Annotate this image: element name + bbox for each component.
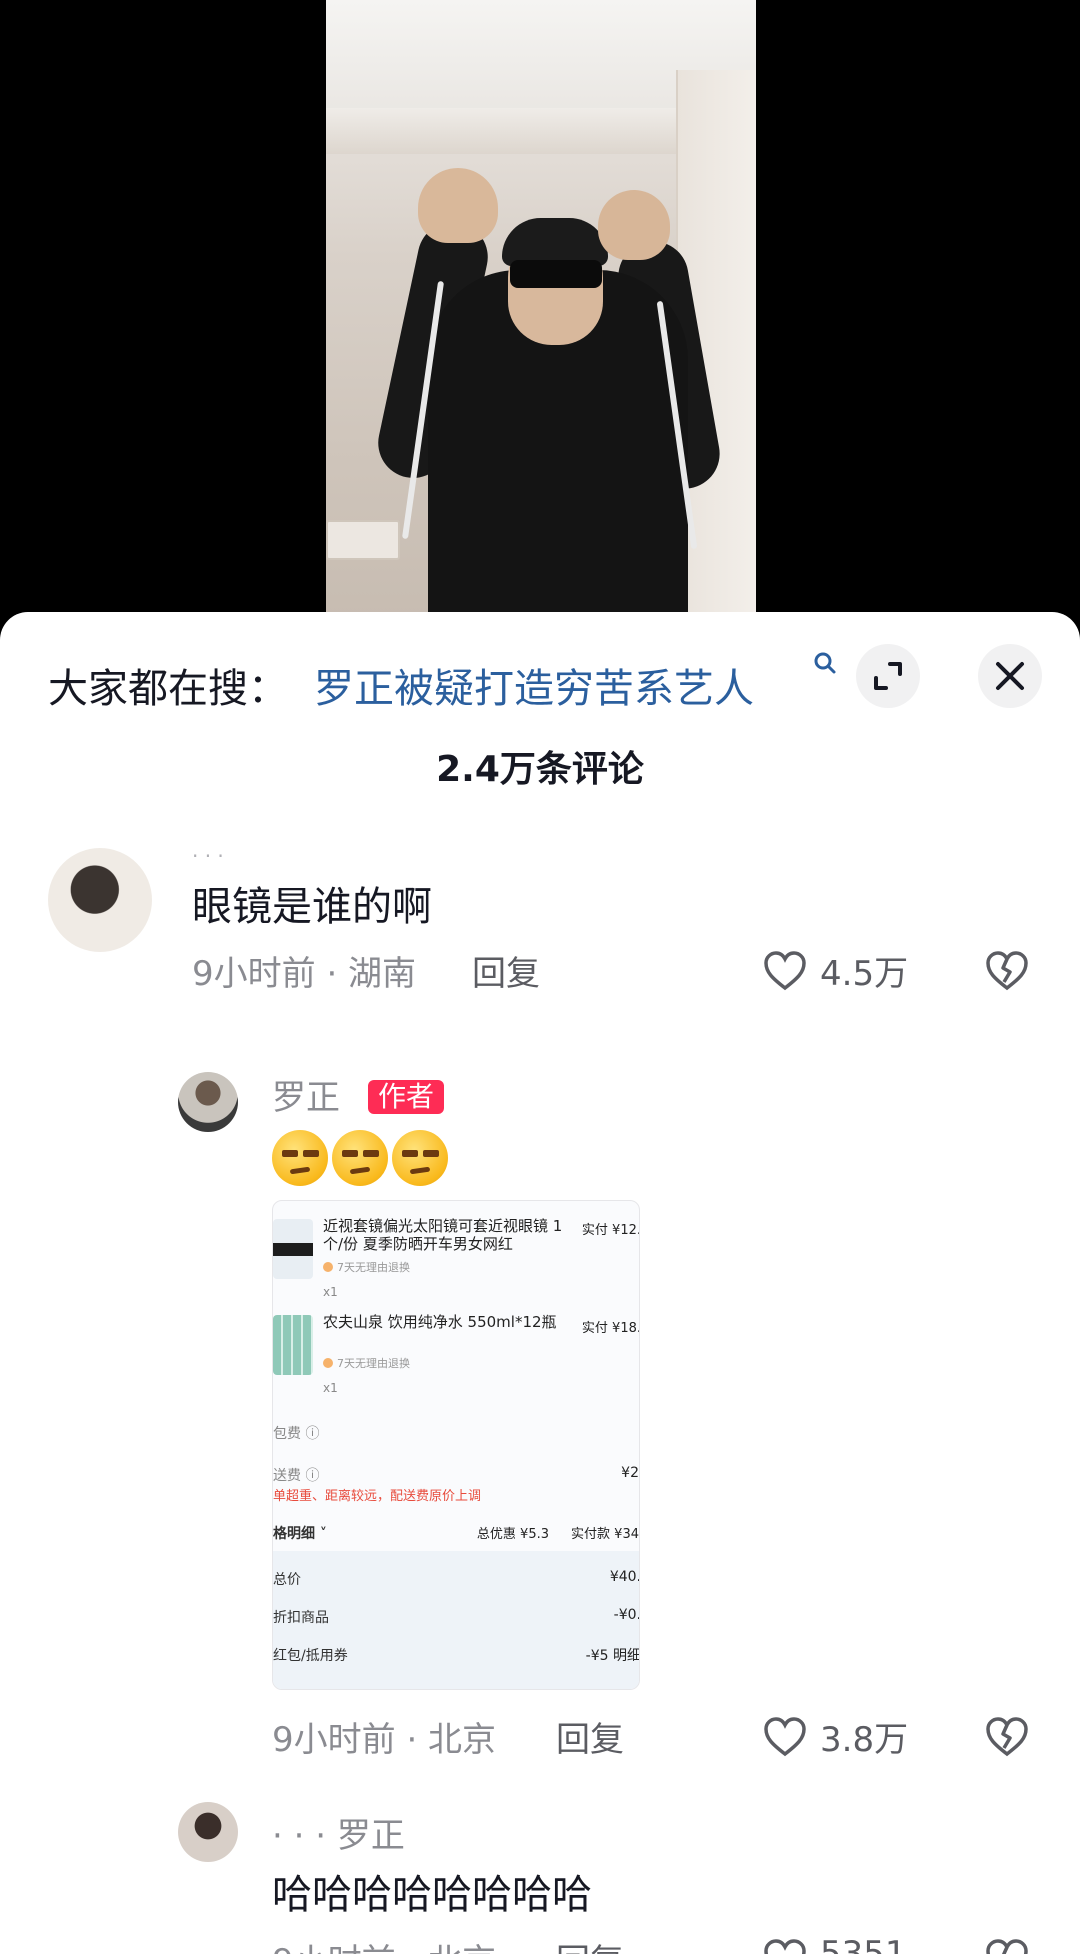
comment-count-title: 2.4万条评论 xyxy=(436,749,644,790)
order-item-paid: 实付 ¥12. xyxy=(581,1223,640,1238)
comment-meta: 9小时前 · 湖南 xyxy=(192,954,417,994)
comment-text: 眼镜是谁的啊 xyxy=(192,884,432,930)
close-icon xyxy=(996,662,1024,690)
order-item-tag: 7天无理由退换 xyxy=(323,1355,410,1371)
order-item-title: 农夫山泉 饮用纯净水 550ml*12瓶 xyxy=(323,1313,557,1331)
video-ceiling-edge xyxy=(326,108,686,154)
order-line-pack: 包费 ⓘ xyxy=(273,1426,320,1442)
order-line-discount-item: 折扣商品 xyxy=(273,1610,329,1626)
comment-meta: 9小时前 · 北京 xyxy=(272,1934,496,1954)
search-icon[interactable] xyxy=(812,650,838,680)
dislike-broken-heart-icon[interactable] xyxy=(984,950,1030,992)
reply-button[interactable]: 回复 xyxy=(556,1934,624,1954)
order-total-discount: 总优惠 ¥5.3 xyxy=(476,1527,549,1542)
like-heart-icon[interactable] xyxy=(762,950,808,992)
reply-button[interactable]: 回复 xyxy=(556,1712,624,1761)
order-item-qty: x1 xyxy=(323,1381,338,1395)
close-button[interactable] xyxy=(978,644,1042,708)
comment-username[interactable]: 罗正 xyxy=(272,1070,340,1119)
order-line-delivery-value: ¥2 xyxy=(621,1465,639,1481)
avatar[interactable] xyxy=(48,848,152,952)
comment-image-order-screenshot[interactable]: 近视套镜偏光太阳镜可套近视眼镜 1个/份 夏季防晒开车男女网红 实付 ¥12. … xyxy=(272,1200,640,1690)
video-person xyxy=(371,160,726,640)
order-line-total: 总价 xyxy=(273,1572,301,1588)
order-line-coupon-value: -¥5 明细 xyxy=(585,1648,640,1664)
comment-item-reply: · · · 罗正 哈哈哈哈哈哈哈哈 9小时前 · 北京 回复 5351 xyxy=(0,612,1080,1954)
dislike-broken-heart-icon[interactable] xyxy=(984,1716,1030,1758)
order-item-tag: 7天无理由退换 xyxy=(323,1259,410,1275)
order-item-title: 近视套镜偏光太阳镜可套近视眼镜 1个/份 夏季防晒开车男女网红 xyxy=(323,1217,563,1253)
order-detail-label: 格明细 ˅ xyxy=(273,1526,327,1542)
like-count: 3.8万 xyxy=(820,1720,909,1760)
comment-meta: 9小时前 · 北京 xyxy=(272,1720,497,1760)
video-player[interactable] xyxy=(326,0,756,640)
dislike-broken-heart-icon[interactable] xyxy=(984,1938,1030,1954)
order-line-coupon: 红包/抵用券 xyxy=(273,1648,348,1664)
comment-panel: 大家都在搜： 罗正被疑打造穷苦系艺人 2.4万条评论 · · · 眼镜是谁的啊 … xyxy=(0,612,1080,1954)
order-breakdown-section: 总价 ¥40. 折扣商品 -¥0. 红包/抵用券 -¥5 明细 xyxy=(273,1551,640,1689)
avatar[interactable] xyxy=(178,1072,238,1132)
search-prefix-label: 大家都在搜： xyxy=(48,666,288,712)
order-item-qty: x1 xyxy=(323,1285,338,1299)
like-count: 5351 xyxy=(820,1934,907,1954)
order-line-total-value: ¥40. xyxy=(609,1569,640,1585)
order-line-discount-item-value: -¥0. xyxy=(613,1607,640,1623)
comment-text: 哈哈哈哈哈哈哈哈 xyxy=(272,1872,592,1918)
sunglasses-thumbnail xyxy=(273,1219,313,1279)
reply-button[interactable]: 回复 xyxy=(472,946,540,995)
comment-username[interactable]: · · · 罗正 xyxy=(272,1808,405,1857)
comment-username[interactable]: · · · xyxy=(192,844,224,868)
like-count: 4.5万 xyxy=(820,954,909,994)
like-heart-icon[interactable] xyxy=(762,1938,808,1954)
water-bottles-thumbnail xyxy=(273,1315,313,1375)
video-wall-socket xyxy=(326,520,400,560)
rolling-eyes-emoji xyxy=(272,1130,328,1186)
expand-icon xyxy=(874,662,902,690)
author-badge: 作者 xyxy=(368,1080,445,1114)
order-item-paid: 实付 ¥18. xyxy=(581,1321,640,1336)
order-delivery-note: 单超重、距离较远，配送费原价上调 xyxy=(273,1489,482,1504)
avatar[interactable] xyxy=(178,1802,238,1862)
like-heart-icon[interactable] xyxy=(762,1716,808,1758)
rolling-eyes-emoji xyxy=(332,1130,388,1186)
rolling-eyes-emoji xyxy=(392,1130,448,1186)
expand-button[interactable] xyxy=(856,644,920,708)
order-line-delivery: 送费 ⓘ xyxy=(273,1468,320,1484)
order-total-paid: 实付款 ¥34 xyxy=(571,1527,639,1542)
search-suggestion-link[interactable]: 罗正被疑打造穷苦系艺人 xyxy=(314,656,806,714)
